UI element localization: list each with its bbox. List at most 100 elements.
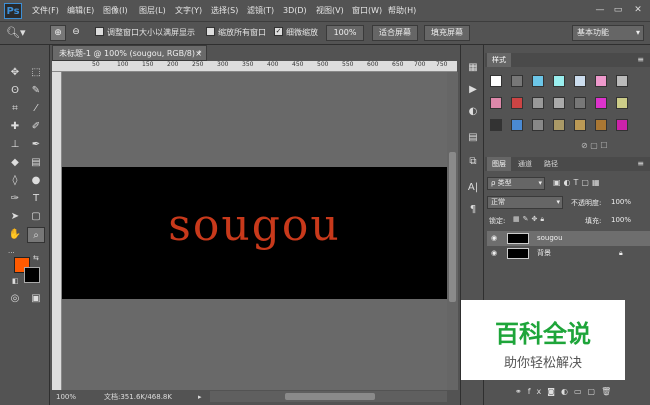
crop-tool-icon[interactable]: ⌗	[6, 101, 24, 117]
minimize-button[interactable]: —	[592, 3, 608, 17]
zoom-all-windows-checkbox[interactable]	[206, 27, 215, 36]
menu-select[interactable]: 选择(S)	[211, 0, 238, 22]
style-swatch[interactable]	[532, 119, 544, 131]
zoom-in-icon[interactable]: ⊕	[50, 25, 66, 41]
brush-tool-icon[interactable]: ✐	[27, 119, 45, 135]
style-swatch[interactable]	[616, 119, 628, 131]
gradient-tool-icon[interactable]: ▤	[27, 155, 45, 171]
eyedropper-tool-icon[interactable]: ⁄	[27, 101, 45, 117]
tab-styles[interactable]: 样式	[487, 53, 511, 67]
style-swatch[interactable]	[574, 119, 586, 131]
layers-footer-icons[interactable]: ⚭fx◙◐▭▢🗑︎	[515, 387, 647, 396]
style-swatch[interactable]	[532, 97, 544, 109]
type-tool-icon[interactable]: T	[27, 191, 45, 207]
menu-filter[interactable]: 滤镜(T)	[247, 0, 274, 22]
lock-icons[interactable]: ▦✎✥🔒︎	[513, 215, 547, 224]
fill-screen-button[interactable]: 填充屏幕	[424, 25, 470, 41]
marquee-tool-icon[interactable]: ⬚	[27, 65, 45, 81]
pen-tool-icon[interactable]: ✑	[6, 191, 24, 207]
blend-mode-select[interactable]: 正常 ▾	[487, 196, 563, 209]
path-select-tool-icon[interactable]: ➤	[6, 209, 24, 225]
style-swatch[interactable]	[553, 119, 565, 131]
document-tab[interactable]: 未标题-1 @ 100% (sougou, RGB/8) * ×	[52, 45, 207, 61]
style-swatch[interactable]	[616, 75, 628, 87]
scrubby-zoom-checkbox[interactable]: ✓	[274, 27, 283, 36]
visibility-eye-icon[interactable]: ◉	[491, 246, 497, 261]
menu-3d[interactable]: 3D(D)	[283, 0, 307, 22]
horizontal-scrollbar[interactable]	[210, 391, 447, 402]
fit-screen-button[interactable]: 适合屏幕	[372, 25, 418, 41]
close-button[interactable]: ✕	[630, 3, 646, 17]
clone-stamp-tool-icon[interactable]: ⊥	[6, 137, 24, 153]
paragraph-panel-icon[interactable]: ¶	[464, 201, 482, 219]
styles-footer-icons[interactable]: ⊘ ▢ ☐	[581, 141, 608, 150]
style-swatch[interactable]	[490, 97, 502, 109]
tab-layers[interactable]: 图层	[487, 157, 511, 171]
zoom-out-icon[interactable]: ⊖	[68, 25, 84, 41]
opacity-value[interactable]: 100%	[611, 198, 631, 206]
more-tools-icon[interactable]: ···	[8, 249, 15, 257]
actions-panel-icon[interactable]: ▶	[464, 81, 482, 99]
hand-tool-icon[interactable]: ✋	[6, 227, 24, 243]
clone-source-panel-icon[interactable]: ⧉	[464, 153, 482, 171]
style-swatch[interactable]	[553, 97, 565, 109]
resize-windows-checkbox[interactable]	[95, 27, 104, 36]
properties-panel-icon[interactable]: ▤	[464, 129, 482, 147]
style-swatch[interactable]	[532, 75, 544, 87]
menu-type[interactable]: 文字(Y)	[175, 0, 202, 22]
style-swatch[interactable]	[511, 75, 523, 87]
background-color-swatch[interactable]	[24, 267, 40, 283]
layer-row-sougou[interactable]: ◉ sougou	[487, 231, 650, 246]
layer-kind-filter[interactable]: ρ 类型 ▾	[487, 177, 545, 190]
quick-select-tool-icon[interactable]: ✎	[27, 83, 45, 99]
history-panel-icon[interactable]: ▦	[464, 59, 482, 77]
lasso-tool-icon[interactable]: ʘ	[6, 83, 24, 99]
workspace-select[interactable]: 基本功能 ▾	[572, 25, 644, 41]
document-info[interactable]: 文档:351.6K/468.8K	[104, 390, 172, 405]
menu-edit[interactable]: 编辑(E)	[67, 0, 94, 22]
style-swatch[interactable]	[553, 75, 565, 87]
restore-button[interactable]: ▭	[610, 3, 626, 17]
eraser-tool-icon[interactable]: ◆	[6, 155, 24, 171]
tab-paths[interactable]: 路径	[539, 157, 563, 171]
style-swatch[interactable]	[595, 119, 607, 131]
panel-menu-icon[interactable]: ≡	[637, 55, 644, 64]
fill-value[interactable]: 100%	[611, 216, 631, 224]
style-swatch[interactable]	[511, 97, 523, 109]
vertical-scrollbar[interactable]	[447, 72, 458, 390]
dodge-tool-icon[interactable]: ●	[27, 173, 45, 189]
shape-tool-icon[interactable]: ▢	[27, 209, 45, 225]
style-swatch[interactable]	[616, 97, 628, 109]
menu-window[interactable]: 窗口(W)	[352, 0, 382, 22]
zoom-level[interactable]: 100%	[56, 390, 76, 405]
move-tool-icon[interactable]: ✥	[6, 65, 24, 81]
horizontal-scroll-thumb[interactable]	[285, 393, 375, 400]
style-swatch-none[interactable]	[490, 75, 502, 87]
style-swatch[interactable]	[574, 75, 586, 87]
style-swatch[interactable]	[574, 97, 586, 109]
close-icon[interactable]: ×	[195, 46, 202, 62]
status-arrow-icon[interactable]: ▸	[198, 390, 202, 405]
tab-channels[interactable]: 通道	[513, 157, 537, 171]
style-swatch[interactable]	[595, 97, 607, 109]
document-canvas[interactable]: sougou	[62, 167, 447, 299]
style-swatch[interactable]	[511, 119, 523, 131]
menu-layer[interactable]: 图层(L)	[139, 0, 166, 22]
menu-view[interactable]: 视图(V)	[316, 0, 344, 22]
screen-mode-icon[interactable]: ▣	[27, 291, 45, 307]
style-swatch[interactable]	[490, 119, 502, 131]
zoom-tool-preset-icon[interactable]: 🔍︎▾	[6, 25, 32, 41]
blur-tool-icon[interactable]: ◊	[6, 173, 24, 189]
zoom-100-button[interactable]: 100%	[326, 25, 364, 41]
layer-filter-icons[interactable]: ▣◐T▢▦	[553, 178, 603, 187]
menu-file[interactable]: 文件(F)	[32, 0, 59, 22]
menu-help[interactable]: 帮助(H)	[388, 0, 416, 22]
swap-colors-icon[interactable]: ⇆	[33, 254, 39, 262]
vertical-scroll-thumb[interactable]	[449, 152, 456, 302]
default-colors-icon[interactable]: ◧	[12, 277, 19, 285]
panel-menu-icon[interactable]: ≡	[637, 159, 644, 168]
character-panel-icon[interactable]: A|	[464, 179, 482, 197]
menu-image[interactable]: 图像(I)	[103, 0, 128, 22]
history-brush-tool-icon[interactable]: ✒	[27, 137, 45, 153]
zoom-tool-icon[interactable]: ⌕	[27, 227, 45, 243]
